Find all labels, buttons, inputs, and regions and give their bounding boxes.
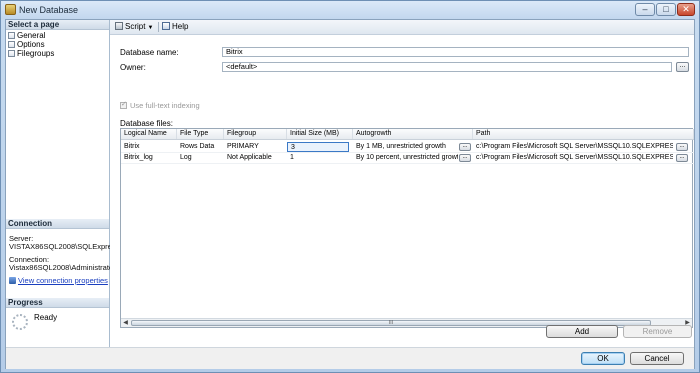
path-browse-button[interactable]: ... [676,143,688,151]
toolbar-separator [158,22,159,32]
connection-header: Connection [6,219,109,229]
select-page-header: Select a page [6,20,109,30]
script-button[interactable]: Script ▼ [115,22,153,32]
table-row[interactable]: Bitrix Rows Data PRIMARY 3 By 1 MB, unre… [121,142,694,153]
ok-button[interactable]: OK [581,352,625,365]
page-icon [8,41,15,48]
database-app-icon [5,4,16,15]
file-type-cell[interactable]: Log [177,153,224,163]
path-cell[interactable]: c:\Program Files\Microsoft SQL Server\MS… [473,153,673,163]
initial-size-cell[interactable]: 3 [287,142,349,152]
filegroup-cell[interactable]: PRIMARY [224,142,287,152]
server-value: VISTAX86SQL2008\SQLExpress [9,242,120,251]
logical-name-cell[interactable]: Bitrix_log [121,153,177,163]
owner-input[interactable]: <default> [222,62,672,72]
column-header[interactable]: Initial Size (MB) [287,129,353,139]
general-page: Script ▼ Help Database name: Bitrix Owner… [110,20,694,347]
page-icon [8,50,15,57]
script-icon [115,22,123,30]
maximize-button[interactable]: □ [656,3,676,16]
path-browse-button[interactable]: ... [676,154,688,162]
help-button[interactable]: Help [162,22,188,32]
minimize-button[interactable]: – [635,3,655,16]
filegroup-cell[interactable]: Not Applicable [224,153,287,163]
progress-status: Ready [34,313,58,322]
database-name-input[interactable]: Bitrix [222,47,689,57]
add-button[interactable]: Add [546,325,618,338]
remove-button[interactable]: Remove [623,325,692,338]
database-name-label: Database name: [120,48,179,57]
owner-browse-button[interactable]: ... [676,62,689,72]
page-icon [8,32,15,39]
file-type-cell[interactable]: Rows Data [177,142,224,152]
column-header[interactable]: Path [473,129,694,139]
page-item-filegroups[interactable]: Filegroups [8,49,54,58]
left-pane: Select a page General Options Filegroups… [6,20,119,347]
autogrowth-cell[interactable]: By 1 MB, unrestricted growth [353,142,458,152]
title-bar[interactable]: New Database – □ ✕ [1,1,699,19]
logical-name-cell[interactable]: Bitrix [121,142,177,152]
progress-spinner-icon [12,314,28,330]
fulltext-indexing-checkbox[interactable]: Use full-text indexing [120,100,200,110]
page-item-general[interactable]: General [8,31,46,40]
column-header[interactable]: Filegroup [224,129,287,139]
database-files-label: Database files: [120,119,173,128]
autogrowth-browse-button[interactable]: ... [459,154,471,162]
column-header[interactable]: Logical Name [121,129,177,139]
connection-value: Vistax86SQL2008\Administrator [9,263,116,272]
path-cell[interactable]: c:\Program Files\Microsoft SQL Server\MS… [473,142,673,152]
grid-header: Logical Name File Type Filegroup Initial… [121,129,694,140]
initial-size-cell[interactable]: 1 [287,153,349,163]
new-database-window: New Database – □ ✕ Select a page General… [0,0,700,373]
toolbar: Script ▼ Help [110,20,694,35]
column-header[interactable]: Autogrowth [353,129,473,139]
properties-icon [9,277,16,284]
close-button[interactable]: ✕ [677,3,695,16]
help-icon [162,22,170,30]
window-title: New Database [19,5,79,15]
dialog-client-area: Select a page General Options Filegroups… [5,19,695,369]
database-files-grid[interactable]: Logical Name File Type Filegroup Initial… [120,128,694,328]
page-item-options[interactable]: Options [8,40,45,49]
column-header[interactable]: File Type [177,129,224,139]
owner-label: Owner: [120,63,146,72]
chevron-down-icon[interactable]: ▼ [147,25,153,31]
cancel-button[interactable]: Cancel [630,352,684,365]
scroll-left-icon[interactable]: ◀ [121,319,130,327]
view-connection-properties-link[interactable]: View connection properties [9,276,108,285]
progress-header: Progress [6,298,109,308]
autogrowth-browse-button[interactable]: ... [459,143,471,151]
checkbox-icon [120,100,127,109]
dialog-button-bar: OK Cancel [6,347,694,369]
table-row[interactable]: Bitrix_log Log Not Applicable 1 By 10 pe… [121,153,694,164]
autogrowth-cell[interactable]: By 10 percent, unrestricted growth [353,153,458,163]
